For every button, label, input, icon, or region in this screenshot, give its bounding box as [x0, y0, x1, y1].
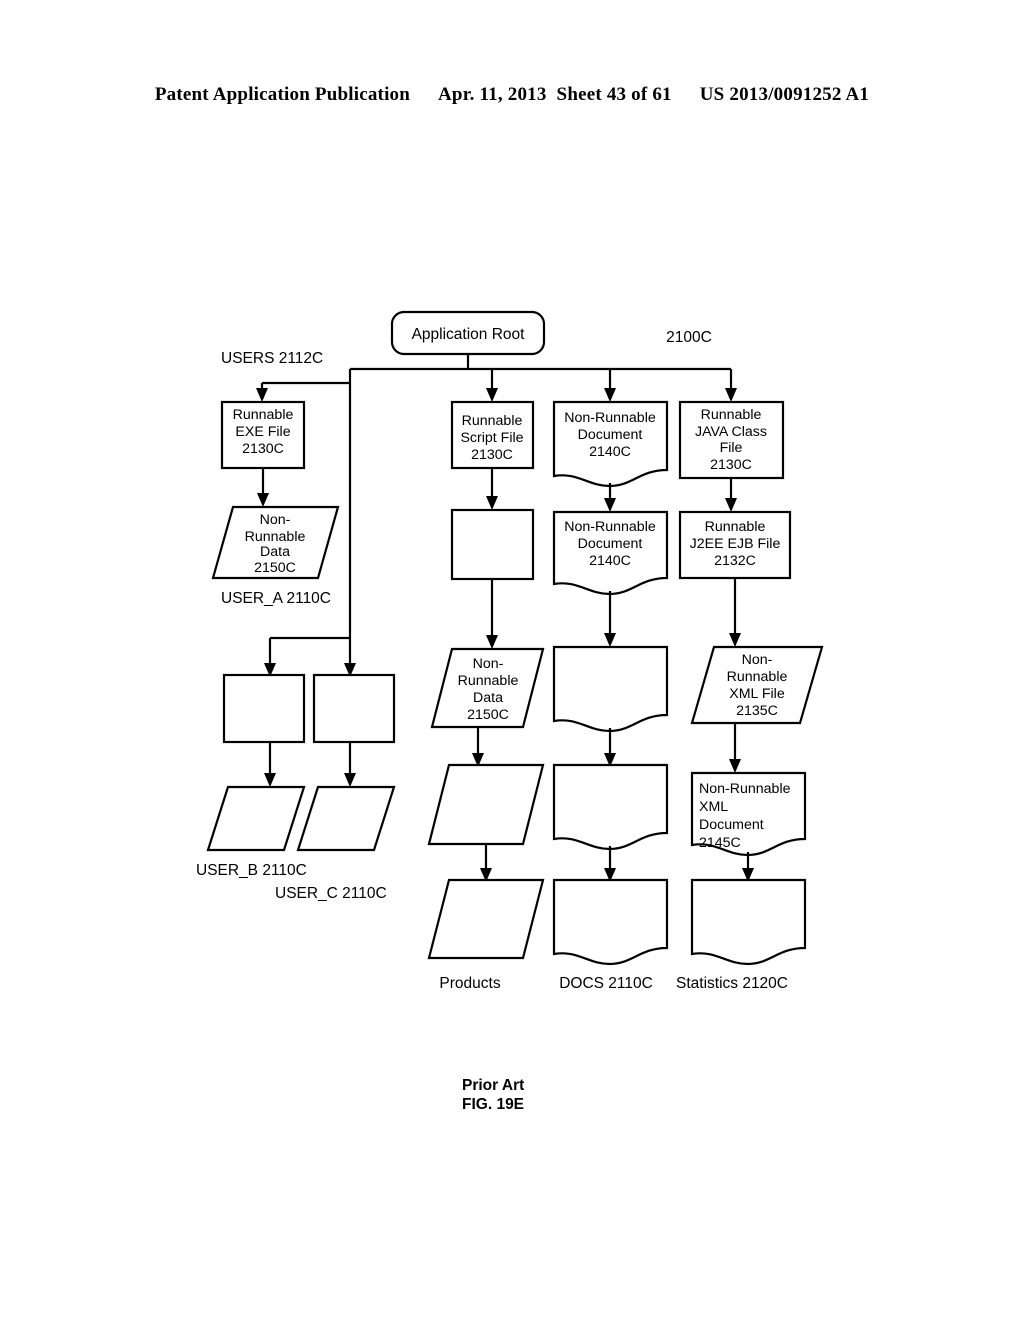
node-script-file-line-1: Script File: [460, 430, 523, 446]
node-application-root-label: Application Root: [412, 326, 526, 343]
node-exe-file-line-1: EXE File: [235, 424, 290, 440]
node-java-class-file-line-3: 2130C: [710, 457, 752, 473]
label-diagram-ref: 2100C: [666, 329, 712, 346]
node-java-class-file-line-2: File: [720, 440, 743, 456]
figure-caption: Prior Art FIG. 19E: [462, 1076, 524, 1114]
label-user-c: USER_C 2110C: [275, 885, 387, 902]
node-document-second-line-0: Non-Runnable: [564, 519, 656, 535]
node-document-second-line-2: 2140C: [589, 553, 631, 569]
node-document-top-line-2: 2140C: [589, 444, 631, 460]
node-script-data-line-1: Runnable: [458, 673, 519, 689]
node-exe-file-line-0: Runnable: [233, 407, 294, 423]
label-user-a: USER_A 2110C: [221, 590, 331, 607]
node-xml-document-line-2: Document: [699, 817, 764, 833]
label-docs: DOCS 2110C: [559, 975, 653, 992]
node-java-class-file-line-1: JAVA Class: [695, 424, 767, 440]
label-statistics: Statistics 2120C: [676, 975, 788, 992]
node-nonrunnable-data-user-a-line-2: Data: [260, 544, 290, 560]
label-products: Products: [439, 975, 500, 992]
node-user-c-data: [296, 785, 396, 852]
node-user-c-box: [312, 673, 396, 744]
node-nonrunnable-data-user-a-line-3: 2150C: [254, 560, 296, 576]
node-xml-file-line-3: 2135C: [736, 703, 778, 719]
node-statistics-bottom: [690, 878, 807, 966]
node-j2ee-ejb-file-line-0: Runnable: [705, 519, 766, 535]
node-nonrunnable-data-user-a-line-1: Runnable: [245, 529, 306, 545]
node-products-mid: [427, 763, 545, 846]
node-script-file-line-0: Runnable: [462, 413, 523, 429]
figure-19e-diagram: Application Root 2100C USERS 2112C Runna…: [0, 0, 1024, 1320]
node-xml-document-line-0: Non-Runnable: [699, 781, 791, 797]
label-users: USERS 2112C: [221, 350, 323, 367]
node-script-data-line-0: Non-: [473, 656, 504, 672]
node-document-top-line-0: Non-Runnable: [564, 410, 656, 426]
arrowhead: [256, 388, 268, 402]
node-document-second-line-1: Document: [578, 536, 643, 552]
node-products-bottom: [427, 878, 545, 960]
node-xml-file-line-0: Non-: [742, 652, 773, 668]
node-document-third: [552, 645, 669, 733]
node-user-b-data: [206, 785, 306, 852]
node-document-top-line-1: Document: [578, 427, 643, 443]
node-java-class-file-line-0: Runnable: [701, 407, 762, 423]
node-script-data-line-2: Data: [473, 690, 503, 706]
node-xml-document-line-1: XML: [699, 799, 728, 815]
node-script-data-line-3: 2150C: [467, 707, 509, 723]
node-j2ee-ejb-file-line-1: J2EE EJB File: [690, 536, 781, 552]
node-document-bottom: [552, 878, 669, 966]
node-xml-document-line-3: 2145C: [699, 835, 741, 851]
node-script-child-box: [450, 508, 535, 581]
node-xml-file-line-1: Runnable: [727, 669, 788, 685]
node-xml-file-line-2: XML File: [729, 686, 785, 702]
label-user-b: USER_B 2110C: [196, 862, 307, 879]
node-script-file-line-2: 2130C: [471, 447, 513, 463]
node-exe-file-line-2: 2130C: [242, 441, 284, 457]
caption-figure-number: FIG. 19E: [462, 1096, 525, 1113]
node-user-b-box: [222, 673, 306, 744]
node-nonrunnable-data-user-a-line-0: Non-: [260, 512, 291, 528]
node-j2ee-ejb-file-line-2: 2132C: [714, 553, 756, 569]
caption-prior-art: Prior Art: [462, 1077, 525, 1094]
node-document-fourth: [552, 763, 669, 851]
